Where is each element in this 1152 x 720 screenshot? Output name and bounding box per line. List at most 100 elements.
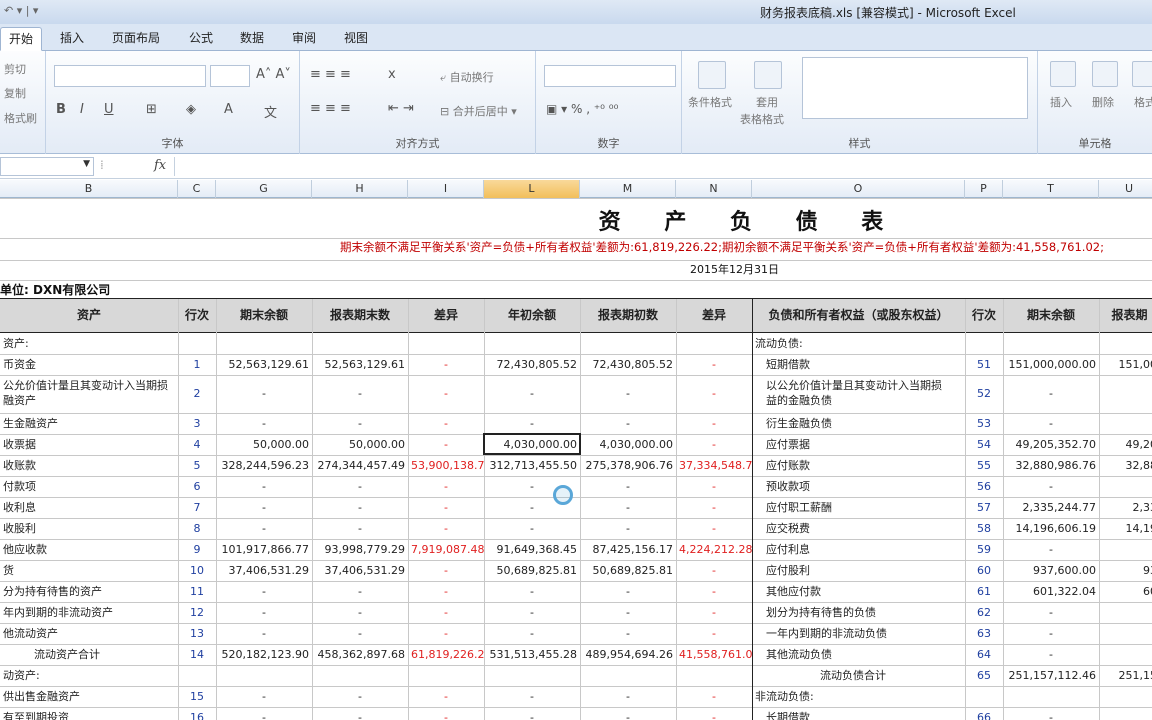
- conditional-format-icon[interactable]: [698, 61, 726, 89]
- cell-h-6[interactable]: 274,344,457.49: [312, 455, 408, 476]
- cell-h-14[interactable]: -: [312, 623, 408, 644]
- cell-o-17[interactable]: 非流动负债:: [752, 686, 965, 707]
- cell-n-7[interactable]: -: [676, 476, 752, 497]
- cell-l-12[interactable]: -: [484, 581, 580, 602]
- cell-c-16[interactable]: [178, 665, 216, 686]
- cell-m-17[interactable]: -: [580, 686, 676, 707]
- cell-o-16[interactable]: 流动负债合计: [752, 665, 965, 686]
- cell-c-17[interactable]: 15: [178, 686, 216, 707]
- cell-p-9[interactable]: 58: [965, 518, 1003, 539]
- cell-m-4[interactable]: -: [580, 413, 676, 434]
- tab-review[interactable]: 审阅: [284, 27, 324, 51]
- cell-t-14[interactable]: -: [1003, 623, 1099, 644]
- cell-n-6[interactable]: 37,334,548.74: [676, 455, 752, 476]
- cell-c-7[interactable]: 6: [178, 476, 216, 497]
- cell-t-6[interactable]: 32,880,986.76: [1003, 455, 1099, 476]
- cell-l-9[interactable]: -: [484, 518, 580, 539]
- cell-u-1[interactable]: [1099, 333, 1152, 354]
- cell-t-4[interactable]: -: [1003, 413, 1099, 434]
- cell-p-1[interactable]: [965, 333, 1003, 354]
- cell-m-15[interactable]: 489,954,694.26: [580, 644, 676, 665]
- border-icon[interactable]: ⊞: [146, 102, 157, 117]
- cell-m-18[interactable]: -: [580, 707, 676, 720]
- cell-c-11[interactable]: 10: [178, 560, 216, 581]
- cell-p-3[interactable]: 52: [965, 375, 1003, 413]
- cell-i-15[interactable]: 61,819,226.22: [408, 644, 484, 665]
- worksheet[interactable]: 资 产 负 债 表 期末余额不满足平衡关系'资产=负债+所有者权益'差额为:61…: [0, 198, 1152, 720]
- cell-l-18[interactable]: -: [484, 707, 580, 720]
- cell-u-17[interactable]: [1099, 686, 1152, 707]
- cell-p-12[interactable]: 61: [965, 581, 1003, 602]
- cell-a-12[interactable]: 分为持有待售的资产: [0, 581, 178, 602]
- cell-i-4[interactable]: -: [408, 413, 484, 434]
- cell-m-16[interactable]: [580, 665, 676, 686]
- cell-g-1[interactable]: [216, 333, 312, 354]
- column-header-N[interactable]: N: [676, 180, 752, 198]
- cell-t-18[interactable]: -: [1003, 707, 1099, 720]
- cell-a-3[interactable]: 公允价值计量且其变动计入当期损 融资产: [0, 375, 178, 413]
- cell-p-14[interactable]: 63: [965, 623, 1003, 644]
- column-header-M[interactable]: M: [580, 180, 676, 198]
- cell-p-8[interactable]: 57: [965, 497, 1003, 518]
- cell-a-14[interactable]: 他流动资产: [0, 623, 178, 644]
- cell-l-17[interactable]: -: [484, 686, 580, 707]
- cut-button[interactable]: 剪切: [4, 61, 26, 77]
- cell-i-5[interactable]: -: [408, 434, 484, 455]
- table-format-button-2[interactable]: 表格格式: [740, 111, 784, 127]
- cell-g-16[interactable]: [216, 665, 312, 686]
- cell-i-16[interactable]: [408, 665, 484, 686]
- cell-l-2[interactable]: 72,430,805.52: [484, 354, 580, 375]
- cell-p-18[interactable]: 66: [965, 707, 1003, 720]
- format-painter-button[interactable]: 格式刷: [4, 110, 37, 126]
- cell-u-16[interactable]: 251,15: [1099, 665, 1152, 686]
- cell-t-1[interactable]: [1003, 333, 1099, 354]
- cell-h-3[interactable]: -: [312, 375, 408, 413]
- cell-u-14[interactable]: [1099, 623, 1152, 644]
- cell-h-5[interactable]: 50,000.00: [312, 434, 408, 455]
- cell-g-4[interactable]: -: [216, 413, 312, 434]
- cell-h-1[interactable]: [312, 333, 408, 354]
- cell-a-9[interactable]: 收股利: [0, 518, 178, 539]
- cell-o-9[interactable]: 应交税费: [752, 518, 965, 539]
- tab-data[interactable]: 数据: [232, 27, 272, 51]
- cell-o-1[interactable]: 流动负债:: [752, 333, 965, 354]
- tab-formulas[interactable]: 公式: [181, 27, 221, 51]
- cell-i-14[interactable]: -: [408, 623, 484, 644]
- cell-i-6[interactable]: 53,900,138.74: [408, 455, 484, 476]
- orientation-icon[interactable]: ⅹ: [388, 67, 396, 82]
- cell-m-12[interactable]: -: [580, 581, 676, 602]
- cell-h-4[interactable]: -: [312, 413, 408, 434]
- cell-i-11[interactable]: -: [408, 560, 484, 581]
- cell-p-17[interactable]: [965, 686, 1003, 707]
- cell-p-10[interactable]: 59: [965, 539, 1003, 560]
- cell-m-8[interactable]: -: [580, 497, 676, 518]
- cell-u-13[interactable]: [1099, 602, 1152, 623]
- cell-h-2[interactable]: 52,563,129.61: [312, 354, 408, 375]
- cell-n-8[interactable]: -: [676, 497, 752, 518]
- formula-input[interactable]: [174, 157, 1152, 176]
- cell-i-1[interactable]: [408, 333, 484, 354]
- cell-m-6[interactable]: 275,378,906.76: [580, 455, 676, 476]
- cell-t-12[interactable]: 601,322.04: [1003, 581, 1099, 602]
- cell-a-16[interactable]: 动资产:: [0, 665, 178, 686]
- cell-n-18[interactable]: -: [676, 707, 752, 720]
- cell-u-11[interactable]: 93: [1099, 560, 1152, 581]
- cell-p-16[interactable]: 65: [965, 665, 1003, 686]
- cell-n-13[interactable]: -: [676, 602, 752, 623]
- cell-a-10[interactable]: 他应收款: [0, 539, 178, 560]
- cell-h-15[interactable]: 458,362,897.68: [312, 644, 408, 665]
- cell-h-16[interactable]: [312, 665, 408, 686]
- cell-u-4[interactable]: [1099, 413, 1152, 434]
- cell-n-12[interactable]: -: [676, 581, 752, 602]
- cell-o-4[interactable]: 衍生金融负债: [752, 413, 965, 434]
- phonetic-icon[interactable]: 文: [264, 102, 277, 121]
- cell-t-17[interactable]: [1003, 686, 1099, 707]
- cell-u-15[interactable]: [1099, 644, 1152, 665]
- cell-g-6[interactable]: 328,244,596.23: [216, 455, 312, 476]
- cell-t-5[interactable]: 49,205,352.70: [1003, 434, 1099, 455]
- cell-o-6[interactable]: 应付账款: [752, 455, 965, 476]
- cell-u-3[interactable]: [1099, 375, 1152, 413]
- cell-m-1[interactable]: [580, 333, 676, 354]
- cell-i-13[interactable]: -: [408, 602, 484, 623]
- cell-c-18[interactable]: 16: [178, 707, 216, 720]
